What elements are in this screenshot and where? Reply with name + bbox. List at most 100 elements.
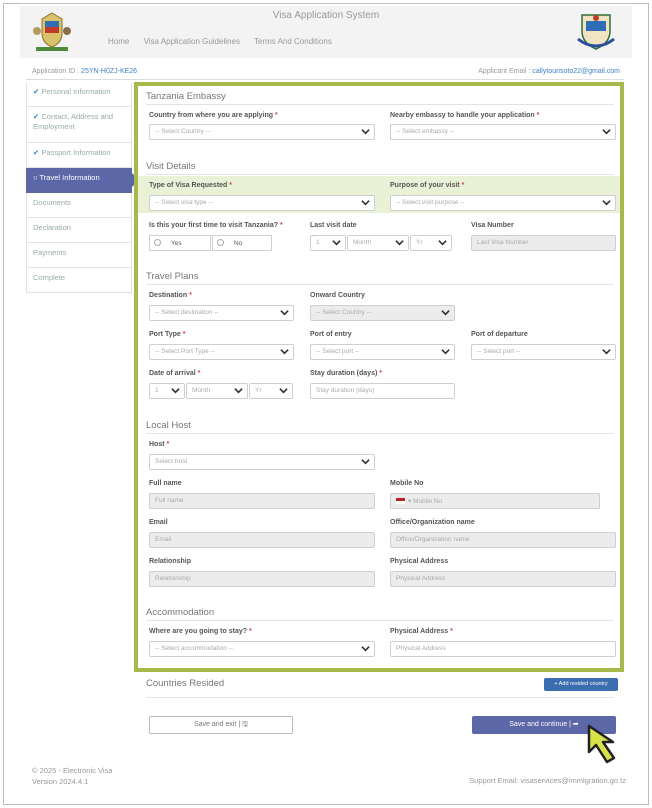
sidebar-item-complete[interactable]: Complete — [26, 268, 132, 293]
nav-terms[interactable]: Terms And Conditions — [254, 37, 332, 46]
section-accommodation-title: Accommodation — [146, 607, 215, 618]
site-header: Visa Application System Home Visa Applic… — [20, 6, 632, 58]
chevron-down-icon — [361, 459, 370, 465]
stay-duration-label: Stay duration (days) * — [310, 370, 382, 377]
section-travel-title: Travel Plans — [146, 271, 199, 282]
radio-circle-icon — [217, 239, 224, 246]
footer-support-email[interactable]: Support Email: visaservices@immigration.… — [469, 776, 626, 785]
host-label: Host * — [149, 441, 170, 448]
chevron-down-icon — [441, 349, 450, 355]
mobile-input[interactable]: ▾ Mobile No — [390, 493, 600, 509]
port-departure-select[interactable]: -- Select port -- — [471, 344, 616, 360]
chevron-down-icon — [361, 129, 370, 135]
first-time-label: Is this your first time to visit Tanzani… — [149, 222, 283, 229]
arrival-day-select[interactable]: 1 — [149, 383, 185, 399]
country-applying-label: Country from where you are applying * — [149, 112, 278, 119]
port-entry-select[interactable]: -- Select port -- — [310, 344, 455, 360]
first-time-yes-radio[interactable]: Yes — [149, 235, 211, 251]
chevron-down-icon — [438, 240, 447, 246]
add-resided-country-button[interactable]: + Add resided country — [544, 678, 618, 691]
sidebar-item-label: Contact, Address and Employment — [33, 112, 114, 131]
email-label: Email — [149, 519, 168, 526]
save-and-exit-button[interactable]: Save and exit | 🖫 — [149, 716, 293, 734]
divider — [146, 284, 614, 285]
chevron-down-icon — [280, 310, 289, 316]
visa-number-label: Visa Number — [471, 222, 514, 229]
country-applying-select[interactable]: -- Select Country -- — [149, 124, 375, 140]
sidebar-item-label: Complete — [33, 273, 66, 282]
port-entry-label: Port of entry — [310, 331, 352, 338]
sidebar-item-label: Personal Information — [41, 87, 111, 96]
chevron-down-icon — [602, 129, 611, 135]
sidebar-item-passport[interactable]: ✔ Passport Information — [26, 143, 132, 168]
last-visit-day-select[interactable]: 1 — [310, 235, 346, 251]
email-input[interactable]: Email — [149, 532, 375, 548]
footer-version: Version 2024.4.1 — [32, 777, 89, 786]
purpose-select[interactable]: -- Select visit purpose -- — [390, 195, 616, 211]
stay-duration-input[interactable]: Stay duration (days) — [310, 383, 455, 399]
full-name-input[interactable]: Full name — [149, 493, 375, 509]
chevron-down-icon — [171, 388, 180, 394]
host-select[interactable]: Select host — [149, 454, 375, 470]
accommodation-select[interactable]: -- Select accommodation -- — [149, 641, 375, 657]
sidebar-item-travel[interactable]: ○ Travel Information — [26, 168, 139, 193]
relationship-input[interactable]: Relationship — [149, 571, 375, 587]
cursor-arrow-icon — [587, 724, 616, 764]
accommodation-address-input[interactable]: Physical Address — [390, 641, 616, 657]
chevron-down-icon — [332, 240, 341, 246]
visa-number-input[interactable]: Last Visa Number — [471, 235, 616, 251]
chevron-down-icon — [361, 646, 370, 652]
host-physical-address-input[interactable]: Physical Address — [390, 571, 616, 587]
divider — [146, 104, 614, 105]
applicant-email-value: callytourisoto22@gmail.com — [532, 68, 620, 75]
sidebar-item-label: Declaration — [33, 223, 71, 232]
accommodation-address-label: Physical Address * — [390, 628, 453, 635]
sidebar-item-personal[interactable]: ✔ Personal Information — [26, 82, 132, 107]
divider — [146, 697, 614, 698]
nav-guidelines[interactable]: Visa Application Guidelines — [144, 37, 240, 46]
office-input[interactable]: Office/Organization name — [390, 532, 616, 548]
last-visit-year-select[interactable]: Yr — [410, 235, 452, 251]
destination-select[interactable]: -- Select destination -- — [149, 305, 294, 321]
chevron-down-icon — [602, 349, 611, 355]
office-label: Office/Organization name — [390, 519, 475, 526]
sidebar-item-contact[interactable]: ✔ Contact, Address and Employment — [26, 107, 132, 143]
chevron-down-icon — [234, 388, 243, 394]
onward-country-label: Onward Country — [310, 292, 365, 299]
last-visit-month-select[interactable]: Month — [347, 235, 409, 251]
section-embassy-title: Tanzania Embassy — [146, 91, 226, 102]
visa-type-select[interactable]: -- Select visa type -- — [149, 195, 375, 211]
chevron-down-icon — [602, 200, 611, 206]
full-name-label: Full name — [149, 480, 182, 487]
destination-label: Destination * — [149, 292, 192, 299]
divider — [146, 620, 614, 621]
nearby-embassy-select[interactable]: -- Select embassy -- — [390, 124, 616, 140]
relationship-label: Relationship — [149, 558, 192, 565]
sidebar-item-documents[interactable]: Documents — [26, 193, 132, 218]
chevron-down-icon — [395, 240, 404, 246]
site-title: Visa Application System — [272, 10, 380, 21]
arrival-year-select[interactable]: Yr — [249, 383, 293, 399]
arrival-month-select[interactable]: Month — [186, 383, 248, 399]
application-id: Application ID : 25YN-H0ZJ-KE26 — [32, 68, 137, 75]
chevron-down-icon — [279, 388, 288, 394]
purpose-label: Purpose of your visit * — [390, 182, 465, 189]
main-nav: Home Visa Application Guidelines Terms A… — [108, 37, 344, 46]
sidebar-item-declaration[interactable]: Declaration — [26, 218, 132, 243]
steps-sidebar: ✔ Personal Information ✔ Contact, Addres… — [26, 82, 139, 293]
check-icon: ✔ — [33, 87, 40, 96]
application-id-value: 25YN-H0ZJ-KE26 — [81, 68, 138, 75]
sidebar-item-label: Travel Information — [39, 173, 100, 182]
nav-home[interactable]: Home — [108, 37, 129, 46]
section-visit-title: Visit Details — [146, 161, 196, 172]
sidebar-item-payments[interactable]: Payments — [26, 243, 132, 268]
first-time-no-radio[interactable]: No — [212, 235, 272, 251]
section-countries-title: Countries Resided — [146, 678, 225, 689]
radio-circle-icon — [154, 239, 161, 246]
footer-copyright: © 2025 - Electronic Visa — [32, 766, 113, 775]
chevron-down-icon — [361, 200, 370, 206]
port-type-select[interactable]: -- Select Port Type -- — [149, 344, 294, 360]
onward-country-select[interactable]: -- Select Country -- — [310, 305, 455, 321]
nearby-embassy-label: Nearby embassy to handle your applicatio… — [390, 112, 540, 119]
divider — [146, 174, 614, 175]
